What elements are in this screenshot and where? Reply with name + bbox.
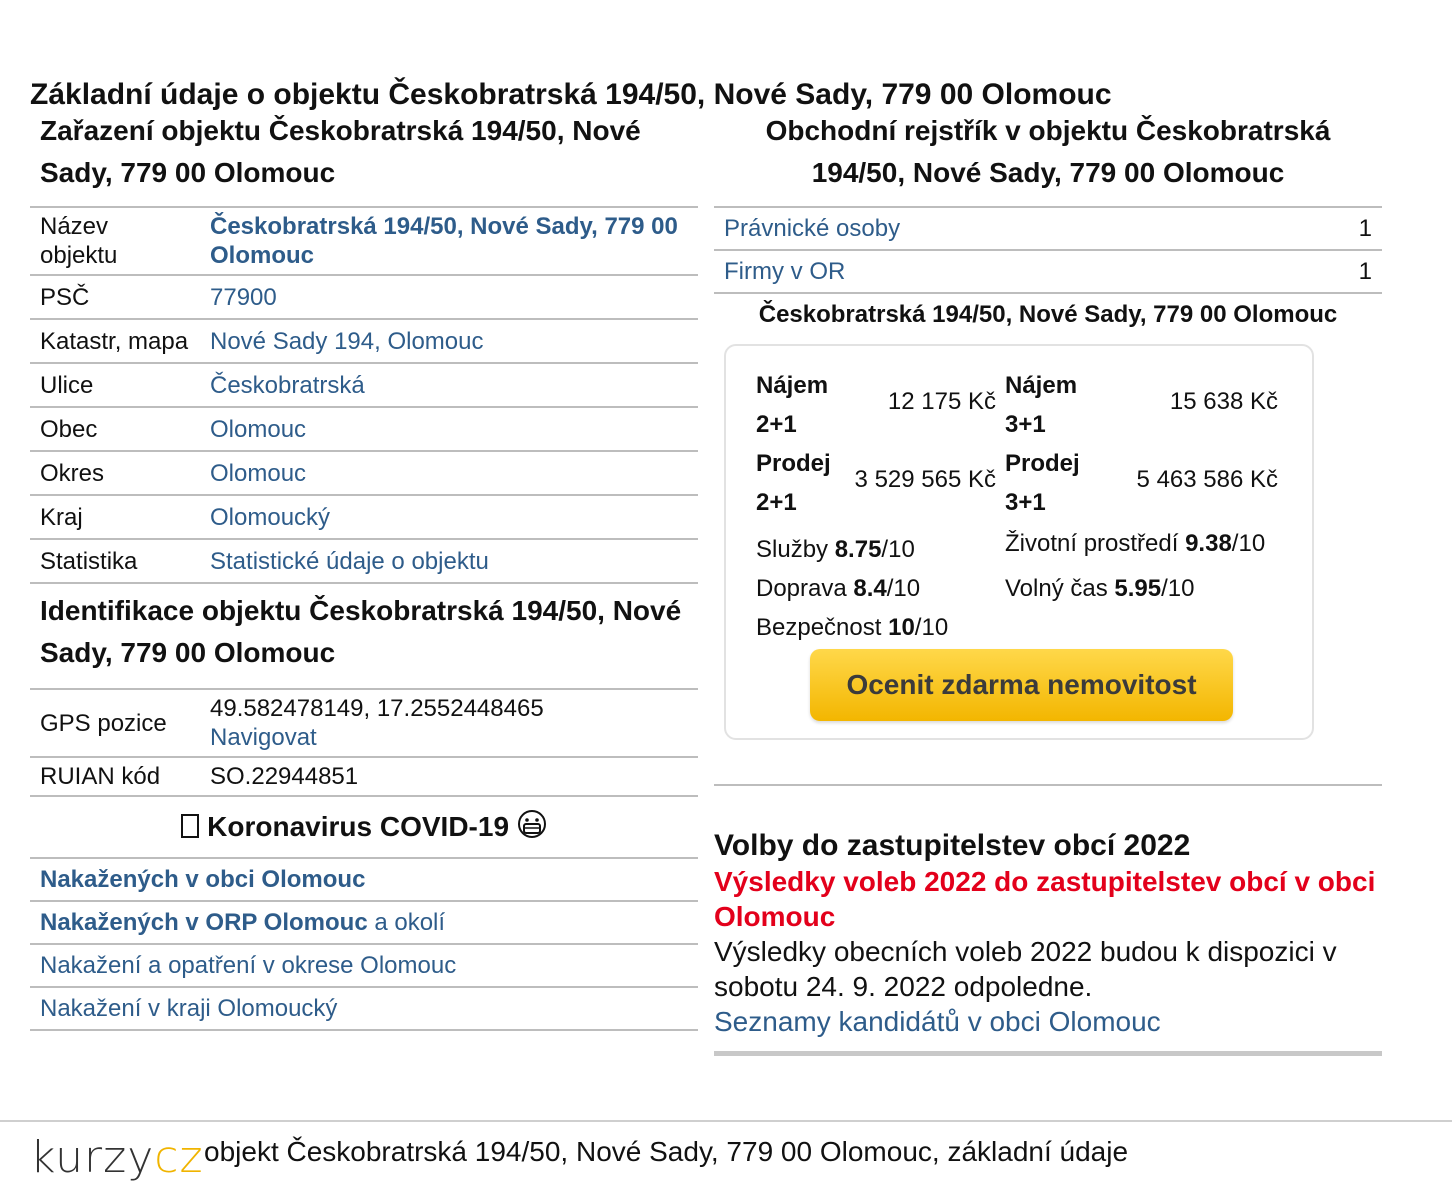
elections-text: Výsledky obecních voleb 2022 budou k dis… xyxy=(714,936,1337,1002)
gps-value: 49.582478149, 17.2552448465 xyxy=(210,695,544,722)
sale-3plus1-label: Prodej 3+1 xyxy=(1005,450,1080,516)
list-item: Právnické osoby 1 xyxy=(714,208,1382,251)
table-row: Obec Olomouc xyxy=(30,407,698,452)
table-row: Ulice Českobratrská xyxy=(30,363,698,408)
list-item: Firmy v OR 1 xyxy=(714,251,1382,294)
district-link[interactable]: Olomouc xyxy=(210,460,306,487)
rating-label: Doprava xyxy=(756,575,854,602)
classification-table: Název objektu Českobratrská 194/50, Nové… xyxy=(30,206,698,584)
footer: kurzycz objekt Českobratrská 194/50, Nov… xyxy=(0,1120,1452,1200)
rating-value: 8.75 xyxy=(834,536,882,563)
rating-leisure: Volný čas 5.95/10 xyxy=(1005,575,1195,603)
gps-label: GPS pozice xyxy=(30,688,200,758)
mask-face-icon xyxy=(517,800,547,860)
table-row: GPS pozice 49.582478149, 17.2552448465 N… xyxy=(30,688,698,758)
companies-link[interactable]: Firmy v OR xyxy=(724,251,845,292)
rating-environment: Životní prostředí 9.38/10 xyxy=(1005,530,1265,558)
rating-value: 9.38 xyxy=(1185,530,1232,557)
statistics-link[interactable]: Statistické údaje o objektu xyxy=(210,548,489,575)
footer-text: objekt Českobratrská 194/50, Nové Sady, … xyxy=(204,1136,1129,1167)
rating-label: Bezpečnost xyxy=(756,614,889,641)
covid-region-link[interactable]: Nakažení v kraji Olomoucký xyxy=(40,995,337,1022)
sale-2plus1-value: 3 529 565 Kč xyxy=(854,466,996,493)
covid-municipality-link[interactable]: Nakažených v obci Olomouc xyxy=(40,866,365,893)
square-placeholder-icon xyxy=(181,814,200,838)
covid-district-link[interactable]: Nakažení a opatření v okrese Olomouc xyxy=(40,952,456,979)
divider xyxy=(714,1039,1382,1056)
sale-3plus1-value: 5 463 586 Kč xyxy=(1136,466,1278,493)
rating-services: Služby 8.75/10 xyxy=(756,536,915,564)
row-key: Kraj xyxy=(30,495,200,540)
object-name-link[interactable]: Českobratrská 194/50, Nové Sady, 779 00 … xyxy=(210,213,678,269)
rating-max: /10 xyxy=(881,536,915,563)
right-column: Obchodní rejstřík v objektu Českobratrsk… xyxy=(714,110,1382,740)
row-key: Okres xyxy=(30,451,200,496)
rating-max: /10 xyxy=(1231,530,1266,557)
identification-title: Identifikace objektu Českobratrská 194/5… xyxy=(40,595,682,668)
ruian-label: RUIAN kód xyxy=(30,757,200,797)
rating-value: 10 xyxy=(888,614,915,641)
table-row: Katastr, mapa Nové Sady 194, Olomouc xyxy=(30,319,698,364)
list-item: Nakažených v obci Olomouc xyxy=(30,859,698,902)
rating-value: 5.95 xyxy=(1114,575,1162,602)
rating-max: /10 xyxy=(914,614,949,641)
election-results-link[interactable]: Výsledky voleb 2022 do zastupitelstev ob… xyxy=(714,864,1382,934)
candidates-link[interactable]: Seznamy kandidátů v obci Olomouc xyxy=(714,1004,1382,1039)
rating-max: /10 xyxy=(886,575,921,602)
list-item: Nakažení v kraji Olomoucký xyxy=(30,988,698,1031)
companies-count: 1 xyxy=(1358,258,1372,285)
municipality-link[interactable]: Olomouc xyxy=(210,416,306,443)
business-register-list: Právnické osoby 1 Firmy v OR 1 xyxy=(714,206,1382,294)
row-key: Statistika xyxy=(30,539,200,584)
ruian-value: SO.22944851 xyxy=(200,757,698,797)
covid-title: Koronavirus COVID-19 xyxy=(30,797,698,859)
list-item: Nakažených v ORP Olomouc a okolí xyxy=(30,902,698,945)
street-link[interactable]: Českobratrská xyxy=(210,372,365,399)
psc-link[interactable]: 77900 xyxy=(210,284,277,311)
kurzy-logo[interactable]: kurzycz xyxy=(30,1132,204,1183)
table-row: PSČ 77900 xyxy=(30,275,698,320)
elections-title: Volby do zastupitelstev obcí 2022 xyxy=(714,829,1191,862)
covid-orp-suffix: a okolí xyxy=(367,909,446,936)
rent-3plus1-value: 15 638 Kč xyxy=(1169,388,1278,415)
legal-entities-link[interactable]: Právnické osoby xyxy=(724,208,900,249)
region-link[interactable]: Olomoucký xyxy=(210,504,330,531)
cadastre-link[interactable]: Nové Sady 194, Olomouc xyxy=(210,328,483,355)
rating-safety: Bezpečnost 10/10 xyxy=(756,614,948,642)
row-key: Název objektu xyxy=(30,206,200,276)
rent-3plus1-label: Nájem 3+1 xyxy=(1005,372,1078,438)
free-valuation-button[interactable]: Ocenit zdarma nemovitost xyxy=(810,649,1233,721)
rating-label: Volný čas xyxy=(1005,575,1115,602)
rating-value: 8.4 xyxy=(853,575,887,602)
row-key: Obec xyxy=(30,407,200,452)
table-row: Kraj Olomoucký xyxy=(30,495,698,540)
list-item: Nakažení a opatření v okrese Olomouc xyxy=(30,945,698,988)
row-key: PSČ xyxy=(30,275,200,320)
logo-part: cz xyxy=(154,1132,204,1183)
elections-section: Volby do zastupitelstev obcí 2022 Výsled… xyxy=(714,784,1382,1056)
rating-transport: Doprava 8.4/10 xyxy=(756,575,920,603)
row-key: Ulice xyxy=(30,363,200,408)
classification-title: Zařazení objektu Českobratrská 194/50, N… xyxy=(40,115,641,188)
legal-entities-count: 1 xyxy=(1358,215,1372,242)
price-address-heading: Českobratrská 194/50, Nové Sady, 779 00 … xyxy=(758,301,1338,328)
table-row: RUIAN kód SO.22944851 xyxy=(30,757,698,797)
navigate-link[interactable]: Navigovat xyxy=(210,724,317,751)
rating-label: Služby xyxy=(756,536,835,563)
table-row: Název objektu Českobratrská 194/50, Nové… xyxy=(30,206,698,276)
page-title: Základní údaje o objektu Českobratrská 1… xyxy=(30,78,1112,112)
covid-title-text: Koronavirus COVID-19 xyxy=(207,811,510,842)
covid-orp-link[interactable]: Nakažených v ORP Olomouc xyxy=(40,909,368,936)
rating-max: /10 xyxy=(1161,575,1195,602)
table-row: Okres Olomouc xyxy=(30,451,698,496)
left-column: Zařazení objektu Českobratrská 194/50, N… xyxy=(30,110,698,1031)
row-key: Katastr, mapa xyxy=(30,319,200,364)
logo-part: kurzy xyxy=(30,1132,155,1183)
price-card: Nájem 2+1 12 175 Kč Nájem 3+1 15 638 Kč … xyxy=(724,344,1314,740)
rating-label: Životní prostředí xyxy=(1005,530,1186,557)
table-row: Statistika Statistické údaje o objektu xyxy=(30,539,698,584)
identification-table: GPS pozice 49.582478149, 17.2552448465 N… xyxy=(30,688,698,797)
business-register-title: Obchodní rejstřík v objektu Českobratrsk… xyxy=(765,115,1331,188)
rent-2plus1-value: 12 175 Kč xyxy=(887,388,996,415)
